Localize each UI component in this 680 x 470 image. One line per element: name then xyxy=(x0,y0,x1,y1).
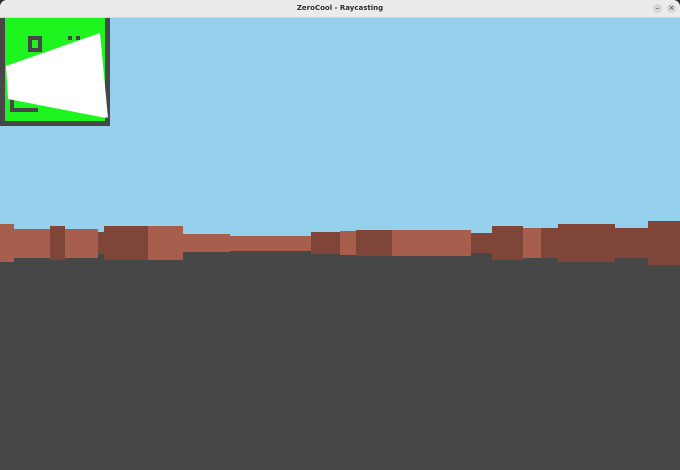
floor xyxy=(0,250,680,470)
wall-slice xyxy=(392,230,471,256)
wall-slice xyxy=(523,228,541,258)
game-viewport[interactable] xyxy=(0,18,680,470)
window-title: ZeroCool - Raycasting xyxy=(296,4,384,12)
wall-slice xyxy=(14,229,50,258)
minimap-wall-block xyxy=(68,36,72,40)
wall-slice xyxy=(65,229,98,258)
wall-slice xyxy=(541,228,558,258)
minimap xyxy=(0,18,110,126)
close-icon[interactable]: × xyxy=(667,4,676,13)
wall-slice xyxy=(98,232,104,254)
wall-slice xyxy=(558,224,615,262)
wall-slice xyxy=(148,226,183,260)
wall-slice xyxy=(340,231,356,255)
minimap-wall-block xyxy=(76,36,80,40)
wall-slice xyxy=(50,226,65,260)
wall-slice xyxy=(183,234,230,252)
app-window: ZeroCool - Raycasting – × xyxy=(0,0,680,470)
minimap-wall-block xyxy=(10,108,38,112)
player-marker xyxy=(12,94,15,97)
wall-slice xyxy=(615,228,648,258)
wall-slice xyxy=(104,226,148,260)
wall-slice xyxy=(471,233,492,253)
wall-slice xyxy=(0,224,14,262)
wall-slice xyxy=(492,226,523,260)
wall-slice xyxy=(356,230,392,256)
wall-slice xyxy=(648,221,680,265)
title-bar[interactable]: ZeroCool - Raycasting – × xyxy=(0,0,680,18)
minimize-icon[interactable]: – xyxy=(653,4,662,13)
wall-slice xyxy=(230,236,311,251)
minimap-wall-block xyxy=(28,48,42,52)
wall-slice xyxy=(311,232,340,254)
